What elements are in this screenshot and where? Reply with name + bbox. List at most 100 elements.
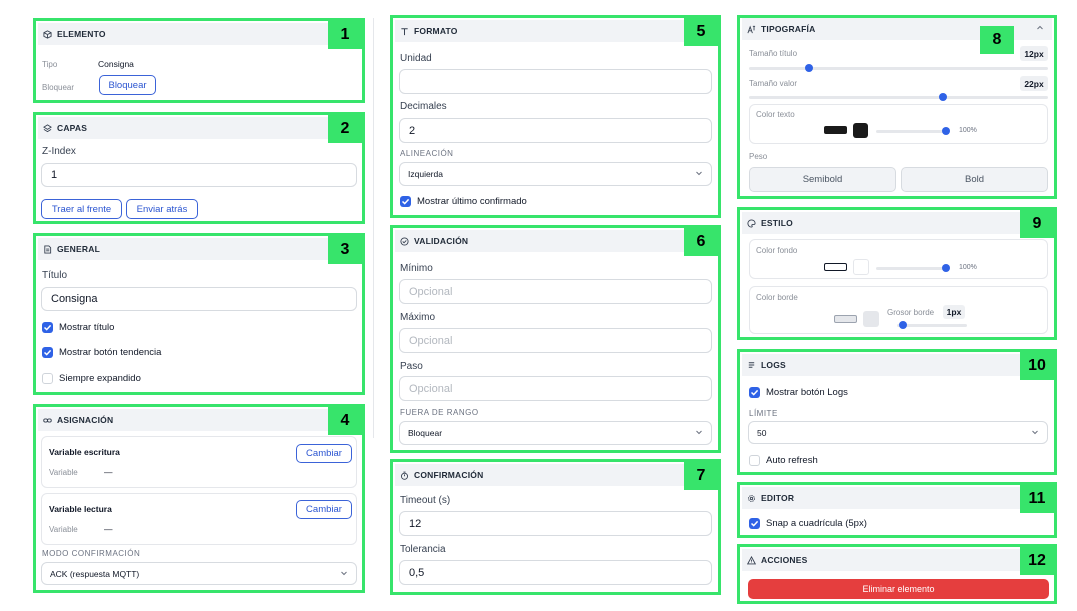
color-texto-card: Color texto 100% [749, 104, 1048, 144]
panel-editor: EDITOR 11 Snap a cuadrícula (5px) [737, 482, 1057, 538]
panel-title: ESTILO [761, 218, 793, 228]
typography-icon [747, 24, 756, 34]
panel-estilo: ESTILO 9 Color fondo 100% Color borde Gr… [737, 207, 1057, 340]
delete-element-button[interactable]: Eliminar elemento [748, 579, 1049, 599]
column-divider [373, 18, 374, 438]
variable-lectura-card: Variable lectura Variable — Cambiar [41, 493, 357, 545]
panel-header: VALIDACIÓN [395, 230, 716, 252]
snap-label: Snap a cuadrícula (5px) [766, 518, 867, 529]
tamano-valor-slider[interactable] [749, 93, 1048, 101]
color-texto-swatch[interactable] [824, 126, 847, 134]
cambiar-lectura-button[interactable]: Cambiar [296, 500, 352, 519]
alineacion-label: ALINEACIÓN [400, 149, 454, 158]
zindex-input[interactable]: 1 [41, 163, 357, 187]
slider-knob[interactable] [942, 127, 950, 135]
color-borde-label: Color borde [756, 293, 798, 302]
panel-header: CONFIRMACIÓN [395, 464, 716, 486]
bloquear-button[interactable]: Bloquear [99, 75, 156, 95]
panel-tipografia: TIPOGRAFÍA 8 Tamaño título 12px Tamaño v… [737, 15, 1057, 199]
color-borde-picker[interactable] [863, 311, 879, 327]
select-value: ACK (respuesta MQTT) [50, 568, 140, 579]
color-fondo-opacity: 100% [959, 264, 977, 271]
slider-knob[interactable] [942, 264, 950, 272]
alineacion-select[interactable]: Izquierda [399, 162, 712, 186]
variable-value: — [104, 524, 113, 534]
layers-icon [43, 123, 52, 133]
chevron-up-icon[interactable] [1036, 24, 1044, 34]
panel-number: 12 [1020, 547, 1054, 575]
panel-number: 3 [328, 236, 362, 264]
send-back-button[interactable]: Enviar atrás [126, 199, 198, 219]
variable-lectura-title: Variable lectura [49, 504, 112, 514]
timeout-input[interactable]: 12 [399, 511, 712, 536]
slider-knob[interactable] [898, 321, 907, 329]
mostrar-logs-label: Mostrar botón Logs [766, 387, 848, 398]
color-texto-opacity-slider[interactable] [876, 127, 950, 135]
checkbox-mostrar-logs[interactable] [749, 387, 760, 398]
checkbox-mostrar-titulo[interactable] [42, 322, 53, 333]
checkbox-mostrar-tendencia[interactable] [42, 347, 53, 358]
bold-button[interactable]: Bold [901, 167, 1048, 192]
panel-header: ASIGNACIÓN [38, 409, 360, 431]
grosor-borde-value: 1px [943, 305, 965, 319]
variable-escritura-title: Variable escritura [49, 447, 120, 457]
logs-icon [747, 361, 756, 370]
panel-number: 8 [980, 26, 1014, 54]
grosor-borde-slider[interactable] [897, 321, 967, 329]
color-fondo-swatch[interactable] [824, 263, 847, 271]
decimales-input[interactable]: 2 [399, 118, 712, 143]
color-fondo-opacity-slider[interactable] [876, 264, 950, 272]
checkbox-siempre-expandido[interactable] [42, 373, 53, 384]
siempre-expandido-label: Siempre expandido [59, 373, 141, 384]
slider-knob[interactable] [939, 93, 948, 101]
unidad-input[interactable] [399, 69, 712, 94]
paso-input[interactable]: Opcional [399, 376, 712, 401]
panel-header: LOGS [742, 354, 1052, 376]
panel-header: FORMATO [395, 20, 716, 42]
tolerancia-input[interactable]: 0,5 [399, 560, 712, 585]
panel-title: ASIGNACIÓN [57, 415, 114, 425]
color-texto-picker[interactable] [853, 123, 868, 138]
minimo-input[interactable]: Opcional [399, 279, 712, 304]
bring-front-button[interactable]: Traer al frente [41, 199, 122, 219]
check-circle-icon [400, 236, 409, 246]
limite-select[interactable]: 50 [748, 421, 1048, 444]
link-icon [43, 416, 52, 425]
paso-label: Paso [400, 361, 423, 372]
checkbox-mostrar-ultimo[interactable] [400, 196, 411, 207]
tamano-titulo-slider[interactable] [749, 64, 1048, 72]
unidad-label: Unidad [400, 53, 432, 64]
mostrar-tendencia-label: Mostrar botón tendencia [59, 347, 162, 358]
maximo-label: Máximo [400, 312, 436, 323]
titulo-label: Título [42, 270, 68, 281]
panel-logs: LOGS 10 Mostrar botón Logs LÍMITE 50 Aut… [737, 349, 1057, 475]
checkbox-snap[interactable] [749, 518, 760, 529]
mostrar-ultimo-label: Mostrar último confirmado [417, 196, 527, 207]
panel-number: 5 [684, 18, 718, 46]
panel-title: GENERAL [57, 244, 100, 254]
timer-icon [400, 471, 409, 480]
limite-label: LÍMITE [749, 409, 778, 418]
panel-header: CAPAS [38, 117, 360, 139]
titulo-input[interactable]: Consigna [41, 287, 357, 311]
color-borde-swatch[interactable] [834, 315, 857, 323]
color-fondo-picker[interactable] [853, 259, 869, 275]
panel-general: GENERAL 3 Título Consigna Mostrar título… [33, 233, 365, 395]
panel-number: 10 [1020, 352, 1054, 380]
color-texto-opacity: 100% [959, 127, 977, 134]
chevron-down-icon [340, 569, 348, 577]
panel-title: TIPOGRAFÍA [761, 24, 816, 34]
tamano-titulo-label: Tamaño título [749, 49, 798, 58]
checkbox-auto-refresh[interactable] [749, 455, 760, 466]
slider-knob[interactable] [804, 64, 813, 72]
modo-confirmacion-select[interactable]: ACK (respuesta MQTT) [41, 562, 357, 585]
semibold-button[interactable]: Semibold [749, 167, 896, 192]
cambiar-escritura-button[interactable]: Cambiar [296, 444, 352, 463]
panel-number: 2 [328, 115, 362, 143]
fuera-rango-select[interactable]: Bloquear [399, 421, 712, 445]
panel-title: ACCIONES [761, 555, 808, 565]
panel-confirmacion: CONFIRMACIÓN 7 Timeout (s) 12 Tolerancia… [390, 459, 721, 595]
maximo-input[interactable]: Opcional [399, 328, 712, 353]
cube-icon [43, 29, 52, 39]
panel-header: ELEMENTO [38, 23, 360, 45]
